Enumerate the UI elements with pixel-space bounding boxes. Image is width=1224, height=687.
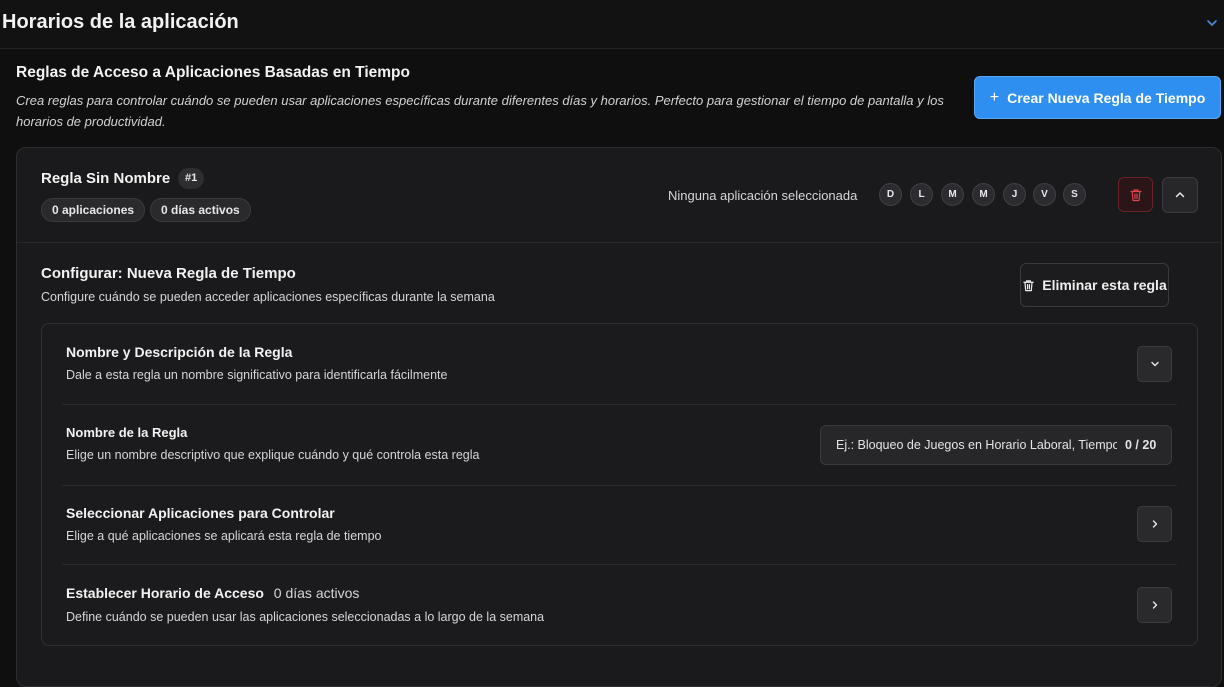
app-schedules-header[interactable]: Horarios de la aplicación	[0, 0, 1224, 49]
schedule-section-title: Establecer Horario de Acceso 0 días acti…	[66, 585, 359, 601]
rule-name: Regla Sin Nombre	[41, 170, 171, 187]
rule-name-field[interactable]: 0 / 20	[820, 425, 1172, 465]
no-apps-text: Ninguna aplicación seleccionada	[668, 188, 858, 203]
trash-icon	[1023, 279, 1034, 291]
config-title: Configurar: Nueva Regla de Tiempo	[41, 265, 296, 282]
create-rule-label: Crear Nueva Regla de Tiempo	[1007, 89, 1206, 106]
section-description: Crea reglas para controlar cuándo se pue…	[16, 93, 944, 129]
open-apps-section-button[interactable]	[1137, 506, 1172, 542]
schedule-title-text: Establecer Horario de Acceso	[66, 585, 264, 601]
chevron-down-icon	[1151, 361, 1159, 367]
rule-card: Regla Sin Nombre #1 0 aplicaciones 0 día…	[16, 147, 1222, 687]
delete-rule-button[interactable]: Eliminar esta regla	[1020, 263, 1169, 307]
delete-rule-label: Eliminar esta regla	[1042, 277, 1167, 293]
config-description: Configure cuándo se pueden acceder aplic…	[41, 290, 495, 304]
name-description-section: Nombre y Descripción de la Regla Dale a …	[42, 324, 1197, 404]
plus-icon: +	[989, 88, 1000, 106]
rule-name-title: Nombre de la Regla	[66, 425, 188, 440]
name-description-desc: Dale a esta regla un nombre significativ…	[66, 368, 448, 382]
day-indicator-saturday: S	[1063, 183, 1086, 206]
day-indicator-sunday: D	[879, 183, 902, 206]
collapse-rule-button[interactable]	[1162, 177, 1198, 213]
apps-section-desc: Elige a qué aplicaciones se aplicará est…	[66, 529, 382, 543]
apps-count-badge: 0 aplicaciones	[41, 198, 146, 222]
apps-section[interactable]: Seleccionar Aplicaciones para Controlar …	[42, 486, 1197, 564]
chevron-up-icon	[1175, 192, 1185, 198]
open-schedule-section-button[interactable]	[1137, 587, 1172, 623]
day-indicator-wednesday: M	[972, 183, 995, 206]
expand-name-section-button[interactable]	[1137, 346, 1172, 382]
rule-name-input[interactable]	[821, 426, 1117, 464]
schedule-section-desc: Define cuándo se pueden usar las aplicac…	[66, 610, 545, 624]
chevron-right-icon	[1152, 601, 1158, 609]
day-indicator-friday: V	[1033, 183, 1056, 206]
day-indicator-thursday: J	[1003, 183, 1026, 206]
delete-rule-icon-button[interactable]	[1118, 177, 1153, 212]
day-indicator-tuesday: M	[941, 183, 964, 206]
day-indicator-monday: L	[910, 183, 933, 206]
chevron-down-icon[interactable]	[1206, 17, 1218, 29]
section-title: Reglas de Acceso a Aplicaciones Basadas …	[16, 64, 410, 81]
schedule-section[interactable]: Establecer Horario de Acceso 0 días acti…	[42, 565, 1197, 645]
rule-name-desc: Elige un nombre descriptivo que explique…	[66, 448, 480, 462]
active-days-badge: 0 días activos	[150, 198, 251, 222]
name-description-title: Nombre y Descripción de la Regla	[66, 344, 293, 360]
create-rule-button[interactable]: + Crear Nueva Regla de Tiempo	[974, 76, 1221, 119]
config-sections: Nombre y Descripción de la Regla Dale a …	[41, 323, 1198, 646]
trash-icon	[1130, 189, 1142, 202]
section-header: Reglas de Acceso a Aplicaciones Basadas …	[16, 64, 966, 132]
apps-section-title: Seleccionar Aplicaciones para Controlar	[66, 505, 335, 521]
chevron-right-icon	[1152, 520, 1158, 528]
rule-card-header: Regla Sin Nombre #1 0 aplicaciones 0 día…	[17, 148, 1221, 243]
char-counter: 0 / 20	[1125, 438, 1157, 452]
page-title: Horarios de la aplicación	[2, 11, 239, 33]
rule-number-badge: #1	[178, 168, 205, 189]
schedule-status: 0 días activos	[273, 585, 360, 601]
